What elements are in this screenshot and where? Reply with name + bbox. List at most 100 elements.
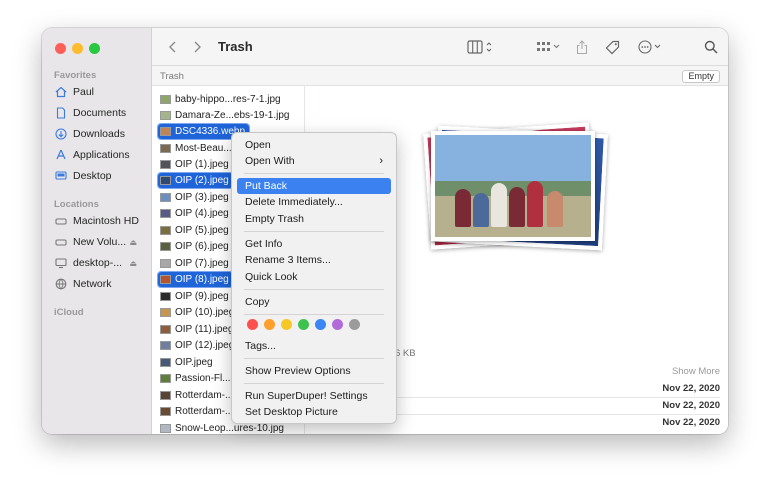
image-thumbnail-icon (160, 325, 171, 334)
image-thumbnail-icon (160, 226, 171, 235)
tag-colors (247, 319, 360, 330)
preview-photo-front (431, 131, 595, 241)
eject-icon[interactable]: ⏏ (129, 238, 137, 247)
list-item[interactable]: Most-Beau... (160, 141, 232, 156)
date-value: Nov 22, 2020 (662, 383, 720, 394)
menu-item-delete-immediately[interactable]: Delete Immediately... (237, 194, 391, 210)
list-item[interactable]: OIP (5).jpeg (160, 223, 229, 238)
list-item[interactable]: OIP (10).jpeg (160, 305, 234, 320)
list-item-selected[interactable]: OIP (8).jpeg (157, 271, 234, 288)
tag-yellow-dot[interactable] (281, 319, 292, 330)
menu-item-run-superduper[interactable]: Run SuperDuper! Settings (237, 388, 391, 404)
list-item[interactable]: Damara-Ze...ebs-19-1.jpg (160, 108, 290, 123)
minimize-button[interactable] (72, 43, 83, 54)
image-thumbnail-icon (160, 391, 171, 400)
monitor-icon (55, 258, 67, 269)
list-item[interactable]: OIP (7).jpeg (160, 256, 229, 271)
share-icon (576, 39, 588, 54)
image-thumbnail-icon (160, 358, 171, 367)
menu-separator (244, 173, 384, 174)
grid-icon (537, 42, 560, 51)
list-item[interactable]: Rotterdam-... (160, 388, 233, 403)
image-thumbnail-icon (160, 144, 171, 153)
sidebar-item-paul[interactable]: Paul (55, 83, 147, 101)
image-thumbnail-icon (160, 95, 171, 104)
show-more-link[interactable]: Show More (672, 366, 720, 377)
sidebar-item-documents[interactable]: Documents (55, 104, 147, 122)
divider (395, 397, 720, 398)
chevron-right-icon (194, 41, 201, 53)
menu-item-copy[interactable]: Copy (237, 294, 391, 310)
chevron-right-icon: › (379, 155, 383, 167)
list-item[interactable]: OIP (12).jpeg (160, 338, 234, 353)
tag-gray-dot[interactable] (349, 319, 360, 330)
menu-item-rename[interactable]: Rename 3 Items... (237, 252, 391, 268)
group-button[interactable] (536, 39, 562, 55)
list-item[interactable]: baby-hippo...res-7-1.jpg (160, 92, 281, 107)
sidebar-item-network[interactable]: Network (55, 275, 147, 293)
menu-item-set-desktop-picture[interactable]: Set Desktop Picture (237, 404, 391, 420)
back-button[interactable] (168, 39, 178, 55)
tag-icon (605, 40, 620, 54)
sidebar-item-desktop-share[interactable]: desktop-... ⏏ (55, 254, 147, 272)
image-thumbnail-icon (160, 424, 171, 433)
close-button[interactable] (55, 43, 66, 54)
tag-red-dot[interactable] (247, 319, 258, 330)
tag-blue-dot[interactable] (315, 319, 326, 330)
tag-purple-dot[interactable] (332, 319, 343, 330)
menu-separator (244, 289, 384, 290)
empty-trash-button[interactable]: Empty (682, 70, 720, 83)
image-thumbnail-icon (160, 209, 171, 218)
menu-item-tags[interactable]: Tags... (237, 338, 391, 354)
chevron-left-icon (169, 41, 176, 53)
sidebar-item-desktop[interactable]: Desktop (55, 167, 147, 185)
list-item[interactable]: Passion-Fl... (160, 371, 231, 386)
menu-item-get-info[interactable]: Get Info (237, 236, 391, 252)
sidebar: Favorites Paul Documents Downloads Appli… (42, 28, 152, 434)
download-icon (55, 128, 67, 140)
list-item[interactable]: OIP (3).jpeg (160, 190, 229, 205)
list-item[interactable]: OIP (4).jpeg (160, 206, 229, 221)
desktop-icon (55, 171, 67, 180)
action-button[interactable] (638, 39, 664, 55)
view-mode-button[interactable] (467, 39, 495, 55)
tag-green-dot[interactable] (298, 319, 309, 330)
forward-button[interactable] (192, 39, 202, 55)
menu-item-put-back[interactable]: Put Back (237, 178, 391, 194)
image-thumbnail-icon (160, 111, 171, 120)
image-thumbnail-icon (160, 292, 171, 301)
menu-item-show-preview-options[interactable]: Show Preview Options (237, 363, 391, 379)
share-button[interactable] (576, 39, 588, 55)
toolbar: Trash (152, 28, 728, 66)
tag-button[interactable] (605, 39, 620, 55)
family-photo-image (455, 167, 575, 227)
sidebar-item-label: Documents (73, 107, 127, 119)
sidebar-item-label: Downloads (73, 128, 125, 140)
list-item[interactable]: OIP (1).jpeg (160, 157, 229, 172)
list-item[interactable]: OIP (9).jpeg (160, 289, 229, 304)
sidebar-item-label: desktop-... (73, 257, 123, 269)
menu-item-open-with[interactable]: Open With › (237, 153, 391, 169)
sidebar-item-new-volume[interactable]: New Volu... ⏏ (55, 233, 147, 251)
list-item[interactable]: OIP.jpeg (160, 355, 213, 370)
context-menu: Open Open With › Put Back Delete Immedia… (231, 132, 397, 424)
sidebar-item-downloads[interactable]: Downloads (55, 125, 147, 143)
window-controls (55, 43, 100, 54)
list-item[interactable]: OIP (6).jpeg (160, 239, 229, 254)
menu-item-empty-trash[interactable]: Empty Trash (237, 211, 391, 227)
menu-item-open[interactable]: Open (237, 137, 391, 153)
zoom-button[interactable] (89, 43, 100, 54)
eject-icon[interactable]: ⏏ (129, 259, 137, 268)
tag-orange-dot[interactable] (264, 319, 275, 330)
network-icon (55, 278, 67, 290)
search-button[interactable] (704, 39, 718, 55)
menu-item-quick-look[interactable]: Quick Look (237, 269, 391, 285)
list-item[interactable]: Rotterdam-... (160, 404, 233, 419)
image-thumbnail-icon (160, 193, 171, 202)
sidebar-item-macintosh-hd[interactable]: Macintosh HD (55, 212, 147, 230)
image-thumbnail-icon (160, 341, 171, 350)
sidebar-item-applications[interactable]: Applications (55, 146, 147, 164)
home-icon (55, 86, 67, 98)
list-item[interactable]: OIP (11).jpeg (160, 322, 234, 337)
list-item-selected[interactable]: OIP (2).jpeg (157, 172, 234, 189)
